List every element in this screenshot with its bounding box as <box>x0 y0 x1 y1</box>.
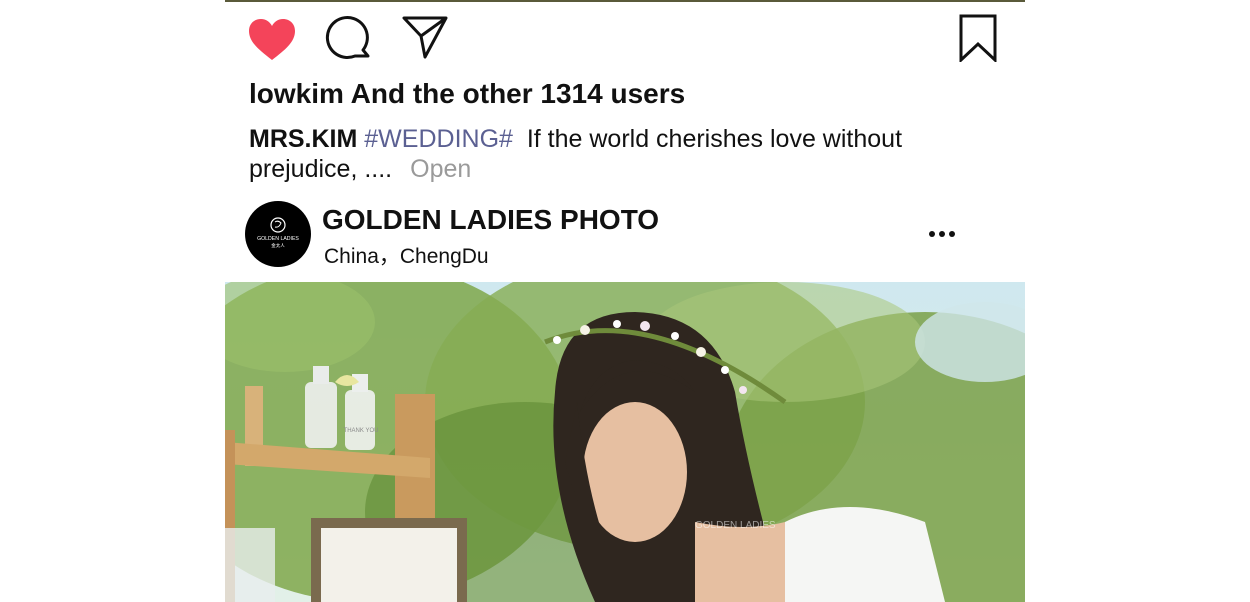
caption-hashtag[interactable]: #WEDDING# <box>364 125 513 153</box>
likes-summary[interactable]: lowkim And the other 1314 users <box>249 78 685 110</box>
picture-frame <box>225 518 467 602</box>
previous-image-edge <box>225 0 1025 2</box>
comment-icon[interactable] <box>325 16 373 64</box>
more-options-icon[interactable] <box>927 228 957 240</box>
action-bar <box>225 10 1025 66</box>
post-caption: MRS.KIM #WEDDING# If the world cherishes… <box>249 124 949 184</box>
heart-icon[interactable] <box>247 18 297 62</box>
caption-open-link[interactable]: Open <box>410 155 471 183</box>
account-name[interactable]: GOLDEN LADIES PHOTO <box>322 204 659 236</box>
account-header: 金太人 GOLDEN LADIES 金太人 GOLDEN LADIES PHOT… <box>225 200 1025 270</box>
post-photo[interactable]: THANK YOU GOLDEN LADIES <box>225 282 1025 602</box>
avatar-logo-text: GOLDEN LADIES <box>257 236 299 242</box>
bookmark-icon[interactable] <box>959 14 997 62</box>
send-icon[interactable] <box>401 14 449 60</box>
avatar[interactable]: 金太人 GOLDEN LADIES 金太人 <box>245 201 311 267</box>
caption-username[interactable]: MRS.KIM <box>249 125 357 153</box>
bottle-label: THANK YOU <box>344 428 379 434</box>
post-card: lowkim And the other 1314 users MRS.KIM … <box>225 0 1025 602</box>
avatar-logo-subtext: 金太人 <box>271 242 285 249</box>
photo-watermark: GOLDEN LADIES <box>695 520 776 531</box>
account-location[interactable]: China，ChengDu <box>324 240 489 270</box>
